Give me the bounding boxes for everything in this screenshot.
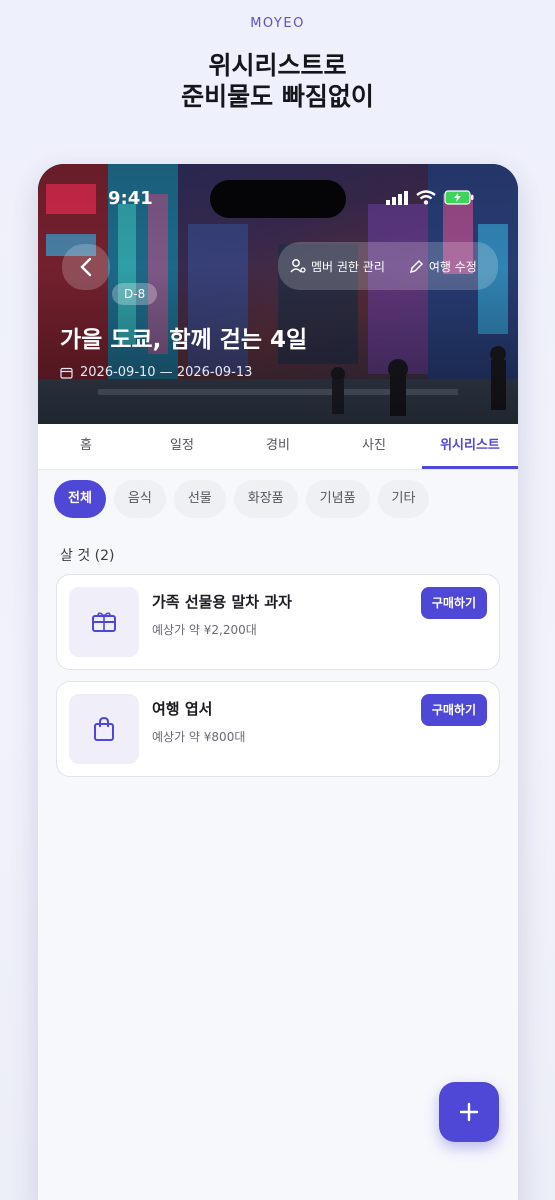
add-item-button[interactable] <box>439 1082 499 1142</box>
tab-home[interactable]: 홈 <box>38 424 134 469</box>
d-day-badge: D-8 <box>112 283 158 305</box>
user-settings-icon <box>290 259 306 273</box>
signal-icon <box>386 190 408 205</box>
trip-dates: 2026-09-10 — 2026-09-13 <box>60 365 252 380</box>
item-name: 여행 엽서 <box>152 700 213 718</box>
back-button[interactable] <box>62 244 110 290</box>
edit-trip-button[interactable]: 여행 수정 <box>397 258 489 275</box>
item-thumbnail <box>69 694 139 764</box>
item-price: 예상가 약 ¥2,200대 <box>152 623 257 637</box>
item-price: 예상가 약 ¥800대 <box>152 730 246 744</box>
brand-label: MOYEO <box>250 16 305 31</box>
status-icons <box>386 190 474 205</box>
wishlist-item[interactable]: 가족 선물용 말차 과자 예상가 약 ¥2,200대 구매하기 <box>56 574 500 670</box>
filter-all[interactable]: 전체 <box>54 480 106 518</box>
buy-button[interactable]: 구매하기 <box>420 587 487 619</box>
filter-other[interactable]: 기타 <box>377 480 430 518</box>
hero-actions: 멤버 권한 관리 여행 수정 <box>278 242 498 290</box>
filter-souvenir[interactable]: 기념품 <box>305 480 370 518</box>
headline-line-2: 준비물도 빠짐없이 <box>181 82 374 111</box>
filter-cosmetics[interactable]: 화장품 <box>233 480 298 518</box>
tab-wishlist[interactable]: 위시리스트 <box>422 424 518 469</box>
shopping-bag-icon <box>94 716 114 741</box>
item-name: 가족 선물용 말차 과자 <box>152 593 292 611</box>
tab-schedule[interactable]: 일정 <box>134 424 230 469</box>
trip-title: 가을 도쿄, 함께 걷는 4일 <box>60 327 308 353</box>
plus-icon <box>459 1102 479 1122</box>
headline-line-1: 위시리스트로 <box>208 51 347 80</box>
tab-photos[interactable]: 사진 <box>326 424 422 469</box>
category-filters: 전체 음식 선물 화장품 기념품 기타 <box>54 480 430 518</box>
edit-trip-label: 여행 수정 <box>428 259 477 274</box>
trip-tabs: 홈 일정 경비 사진 위시리스트 <box>38 424 518 470</box>
tab-expenses[interactable]: 경비 <box>230 424 326 469</box>
buy-button[interactable]: 구매하기 <box>420 694 487 726</box>
dynamic-island <box>210 180 346 218</box>
wifi-icon <box>416 190 436 205</box>
phone-frame: 9:41 멤버 권한 관리 여행 수정 D-8 가을 도쿄, 함께 걷는 4일 … <box>38 164 518 1200</box>
pencil-icon <box>409 259 423 273</box>
section-title: 살 것 (2) <box>60 548 115 564</box>
member-permission-button[interactable]: 멤버 권한 관리 <box>278 258 397 275</box>
gift-card-icon <box>92 612 116 632</box>
battery-icon <box>444 190 474 205</box>
item-thumbnail <box>69 587 139 657</box>
status-time: 9:41 <box>108 188 153 209</box>
headline: 위시리스트로 준비물도 빠짐없이 <box>0 50 555 112</box>
trip-dates-text: 2026-09-10 — 2026-09-13 <box>80 365 253 380</box>
trip-hero: 9:41 멤버 권한 관리 여행 수정 D-8 가을 도쿄, 함께 걷는 4일 … <box>38 164 518 424</box>
filter-gift[interactable]: 선물 <box>173 480 226 518</box>
calendar-icon <box>60 367 73 379</box>
filter-food[interactable]: 음식 <box>113 480 166 518</box>
wishlist-item[interactable]: 여행 엽서 예상가 약 ¥800대 구매하기 <box>56 681 500 777</box>
member-permission-label: 멤버 권한 관리 <box>311 259 385 274</box>
chevron-left-icon <box>80 257 92 277</box>
